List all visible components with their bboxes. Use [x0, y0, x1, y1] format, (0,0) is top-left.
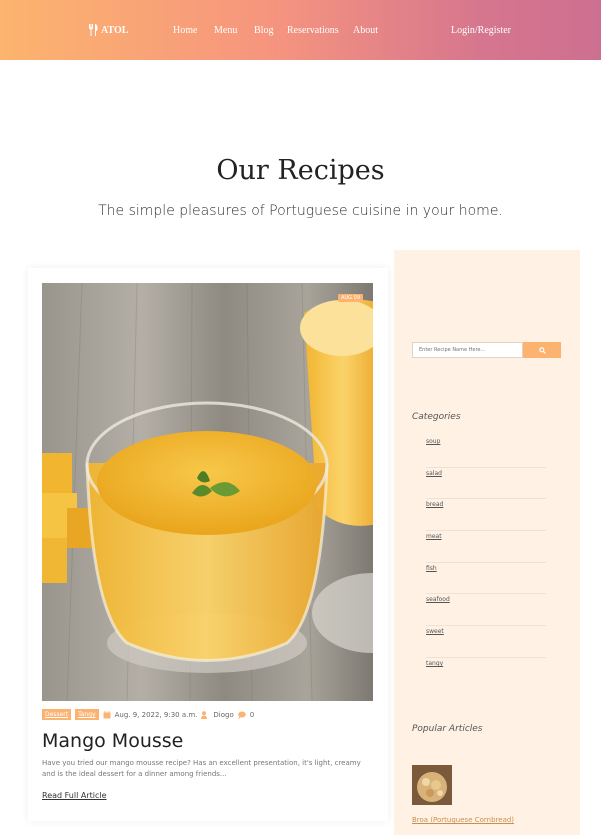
popular-article-thumbnail[interactable]	[412, 765, 452, 805]
category-link-tangy[interactable]: tangy	[426, 658, 443, 667]
comment-count: 0	[249, 710, 255, 719]
nav-link-reservations[interactable]: Reservations	[287, 25, 339, 36]
date-badge: AUG 09	[338, 294, 363, 302]
nav-link-about[interactable]: About	[353, 25, 378, 36]
article-title[interactable]: Mango Mousse	[42, 730, 183, 752]
sidebar: Categories soup salad bread meat fish se…	[394, 250, 580, 835]
nav-link-menu[interactable]: Menu	[214, 25, 237, 36]
category-link-fish[interactable]: fish	[426, 563, 437, 572]
recipe-card: AUG 09 Dessert Tangy Aug. 9, 2022, 9:30 …	[28, 268, 388, 821]
brand-name: ATOL	[101, 24, 129, 36]
list-item: salad	[426, 468, 546, 500]
popular-article-link[interactable]: Broa (Portuguese Cornbread)	[412, 816, 514, 824]
page-subtitle: The simple pleasures of Portuguese cuisi…	[98, 203, 503, 219]
article-meta: Dessert Tangy Aug. 9, 2022, 9:30 a.m. Di…	[42, 709, 254, 720]
popular-articles-heading: Popular Articles	[412, 724, 483, 734]
user-edit-icon	[201, 710, 208, 719]
category-link-sweet[interactable]: sweet	[426, 626, 444, 635]
search-button[interactable]	[523, 342, 561, 358]
categories-heading: Categories	[412, 412, 461, 422]
category-link-seafood[interactable]: seafood	[426, 594, 450, 603]
page-title: Our Recipes	[216, 155, 385, 186]
recipe-image[interactable]: AUG 09	[42, 283, 373, 701]
category-link-bread[interactable]: bread	[426, 499, 443, 508]
nav-link-blog[interactable]: Blog	[254, 25, 273, 36]
list-item: meat	[426, 531, 546, 563]
category-link-meat[interactable]: meat	[426, 531, 442, 540]
brand-logo[interactable]: ATOL	[88, 24, 128, 36]
article-date: Aug. 9, 2022, 9:30 a.m.	[114, 710, 198, 719]
list-item: tangy	[426, 658, 546, 690]
recipe-search	[412, 342, 561, 358]
top-navbar: ATOL Home Menu Blog Reservations About L…	[0, 0, 601, 60]
list-item: sweet	[426, 626, 546, 658]
fork-knife-icon	[89, 24, 98, 36]
calendar-icon	[103, 710, 111, 718]
login-register-link[interactable]: Login/Register	[451, 25, 511, 36]
list-item: bread	[426, 499, 546, 532]
list-item: seafood	[426, 594, 546, 627]
mango-mousse-photo	[42, 283, 373, 701]
category-link-salad[interactable]: salad	[426, 468, 442, 477]
list-item: fish	[426, 563, 546, 595]
nav-link-home[interactable]: Home	[173, 25, 197, 36]
read-more-link[interactable]: Read Full Article	[42, 791, 107, 800]
category-list: soup salad bread meat fish seafood sweet…	[426, 436, 546, 690]
tag-dessert[interactable]: Dessert	[42, 709, 72, 720]
search-input[interactable]	[412, 342, 523, 358]
article-author: Diogo	[213, 710, 234, 719]
search-icon	[538, 346, 546, 354]
list-item: soup	[426, 436, 546, 468]
comment-icon	[237, 711, 246, 719]
category-link-soup[interactable]: soup	[426, 436, 440, 445]
cornbread-photo	[412, 765, 452, 805]
article-excerpt: Have you tried our mango mousse recipe? …	[42, 759, 361, 778]
tag-tangy[interactable]: Tangy	[75, 709, 99, 720]
